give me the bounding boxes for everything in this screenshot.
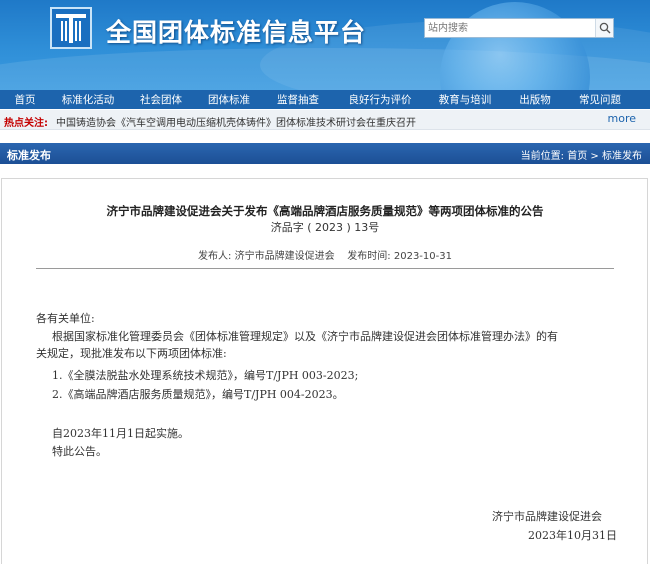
hot-topic-link[interactable]: 中国铸造协会《汽车空调用电动压缩机壳体铸件》团体标准技术研讨会在重庆召开	[56, 114, 416, 129]
standard-item: 2.《高端品牌酒店服务质量规范》，编号T/JPH 004-2023。	[52, 388, 344, 401]
signature-date: 2023年10月31日	[528, 529, 617, 542]
article-title: 济宁市品牌建设促进会关于发布《高端品牌酒店服务质量规范》等两项团体标准的公告	[106, 204, 544, 218]
article-number: 济品字 ( 2023 ) 13号	[270, 221, 380, 234]
standard-item: 1.《全膜法脱盐水处理系统技术规范》，编号T/JPH 003-2023;	[52, 369, 359, 382]
nav-item-training[interactable]: 教育与培训	[426, 92, 504, 107]
search-box	[424, 18, 614, 38]
divider	[36, 268, 614, 269]
publisher-value: 济宁市品牌建设促进会	[234, 251, 335, 262]
nav-item-activities[interactable]: 标准化活动	[50, 92, 126, 107]
breadcrumb-label: 当前位置:	[520, 151, 565, 162]
article-paragraph-line: 根据国家标准化管理委员会《团体标准管理规定》以及《济宁市品牌建设促进会团体标准管…	[52, 330, 558, 343]
nav-item-inspection[interactable]: 监督抽查	[262, 92, 334, 107]
article-greeting: 各有关单位:	[36, 312, 95, 325]
globe-graphic	[440, 2, 590, 90]
hot-topics-label: 热点关注:	[4, 118, 48, 129]
publisher-label: 发布人:	[198, 251, 232, 262]
main-nav: 首页 标准化活动 社会团体 团体标准 监督抽查 良好行为评价 教育与培训 出版物…	[0, 90, 650, 109]
effective-date-text: 自2023年11月1日起实施。	[52, 427, 189, 440]
article-paragraph-line: 关规定，现批准发布以下两项团体标准:	[36, 347, 227, 360]
breadcrumb-home[interactable]: 首页	[567, 151, 587, 162]
section-title: 标准发布	[7, 149, 51, 162]
nav-item-evaluation[interactable]: 良好行为评价	[334, 92, 426, 107]
signature-org: 济宁市品牌建设促进会	[492, 510, 602, 523]
breadcrumb-separator: >	[590, 151, 599, 162]
breadcrumb: 当前位置: 首页 > 标准发布	[521, 147, 642, 162]
search-input[interactable]	[425, 19, 595, 37]
search-button[interactable]	[595, 19, 613, 37]
publish-time-label: 发布时间:	[347, 251, 391, 262]
more-link[interactable]: more	[608, 112, 637, 125]
breadcrumb-current[interactable]: 标准发布	[602, 151, 642, 162]
section-header: 标准发布 当前位置: 首页 > 标准发布	[0, 143, 650, 164]
publish-time-value: 2023-10-31	[393, 251, 452, 262]
site-title[interactable]: 全国团体标准信息平台	[106, 13, 366, 49]
header-banner: 全国团体标准信息平台	[0, 0, 650, 90]
article-meta: 发布人: 济宁市品牌建设促进会 发布时间: 2023-10-31	[0, 247, 650, 262]
nav-item-organizations[interactable]: 社会团体	[126, 92, 196, 107]
closing-text: 特此公告。	[52, 445, 107, 458]
hot-topics-bar: 热点关注: 中国铸造协会《汽车空调用电动压缩机壳体铸件》团体标准技术研讨会在重庆…	[0, 110, 650, 130]
search-icon	[599, 22, 610, 34]
nav-item-faq[interactable]: 常见问题	[566, 92, 634, 107]
nav-item-publications[interactable]: 出版物	[504, 92, 566, 107]
site-logo-icon[interactable]	[50, 7, 92, 49]
nav-item-standards[interactable]: 团体标准	[196, 92, 262, 107]
nav-item-home[interactable]: 首页	[0, 92, 50, 107]
